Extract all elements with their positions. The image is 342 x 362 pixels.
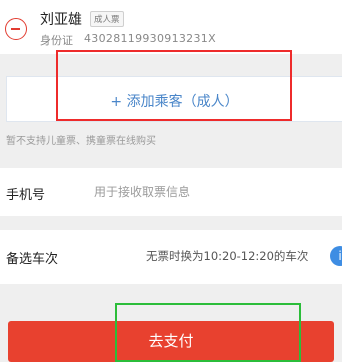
ticket-type-badge: 成人票 [90,11,124,27]
passenger-card: 刘亚雄 成人票 身份证 43028119930913231X [0,0,342,54]
add-passenger-label: + 添加乘客（成人） [110,94,239,110]
id-label: 身份证 [40,34,73,47]
phone-label: 手机号 [6,188,46,203]
id-number: 43028119930913231X [84,32,216,45]
alt-train-value: 无票时换为10:20-12:20的车次 [146,249,309,263]
alt-train-row[interactable]: 备选车次 无票时换为10:20-12:20的车次 i [0,230,342,284]
passenger-name: 刘亚雄 [40,12,82,28]
ticket-notice: 暂不支持儿童票、携童票在线购买 [6,136,156,147]
pay-button[interactable]: 去支付 [8,321,334,362]
phone-input[interactable] [94,181,334,203]
remove-passenger-icon[interactable] [5,18,27,40]
phone-row: 手机号 [0,168,342,216]
alt-train-label: 备选车次 [6,252,59,267]
info-icon[interactable]: i [330,246,342,266]
add-passenger-button[interactable]: + 添加乘客（成人） [6,76,342,122]
